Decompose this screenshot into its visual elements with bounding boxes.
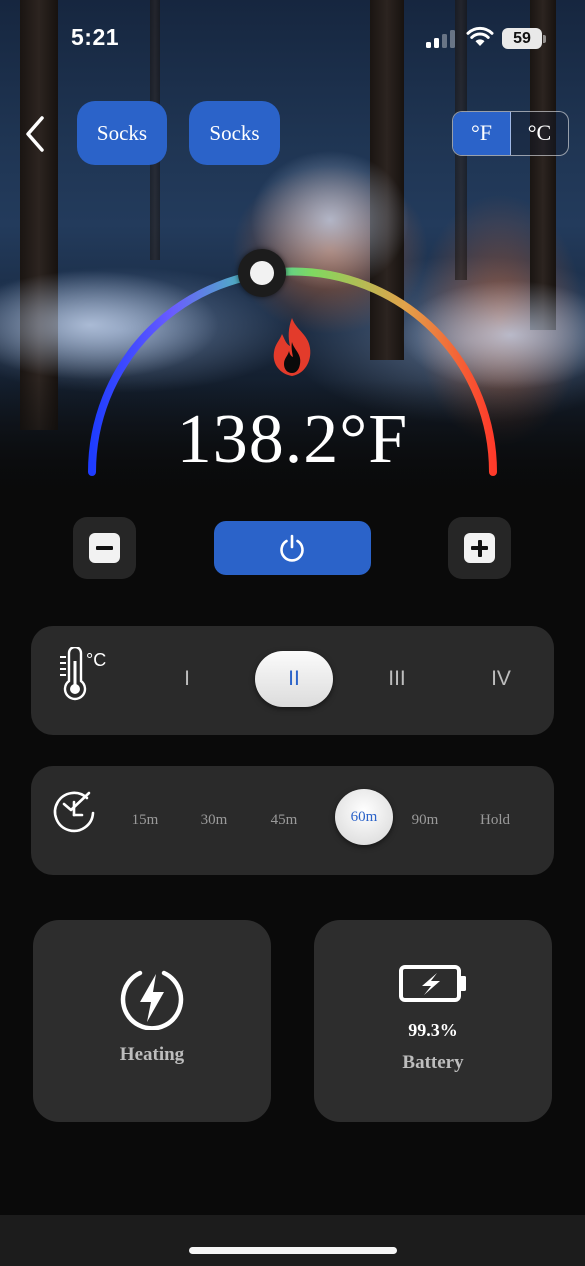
- timer-option-15m[interactable]: 15m: [123, 796, 167, 845]
- timer-option-hold[interactable]: Hold: [471, 796, 519, 845]
- timer-panel: 15m 30m 45m 60m 90m Hold: [31, 766, 554, 875]
- increase-button[interactable]: [448, 517, 511, 579]
- plus-icon: [464, 533, 495, 563]
- heat-level-1[interactable]: I: [157, 651, 217, 707]
- heat-level-2[interactable]: II: [255, 651, 333, 707]
- heating-card[interactable]: Heating: [33, 920, 271, 1122]
- flame-icon: [273, 318, 311, 376]
- battery-card: 99.3% Battery: [314, 920, 552, 1122]
- home-indicator[interactable]: [189, 1247, 397, 1254]
- lightning-bolt-icon: [120, 970, 184, 1030]
- timer-option-45m[interactable]: 45m: [262, 796, 306, 845]
- timer-option-30m[interactable]: 30m: [192, 796, 236, 845]
- timer-option-60m[interactable]: 60m: [335, 789, 393, 845]
- battery-percentage: 99.3%: [408, 1020, 458, 1040]
- minus-icon: [89, 533, 120, 563]
- decrease-button[interactable]: [73, 517, 136, 579]
- gauge-knob[interactable]: [238, 249, 286, 297]
- heating-label: Heating: [119, 1044, 185, 1065]
- temperature-readout: 138.2°F: [176, 401, 409, 478]
- knob-center: [250, 261, 274, 285]
- celsius-unit-label: °C: [86, 650, 107, 670]
- power-button[interactable]: [214, 521, 371, 575]
- heat-level-3[interactable]: III: [367, 651, 427, 707]
- battery-charging-icon: [399, 965, 466, 1002]
- battery-label: Battery: [402, 1052, 464, 1073]
- heat-level-4[interactable]: IV: [471, 651, 531, 707]
- timer-clock-icon: [53, 791, 95, 833]
- power-icon: [280, 534, 304, 562]
- bottom-bar: [0, 1215, 585, 1266]
- timer-option-90m[interactable]: 90m: [403, 796, 447, 845]
- heat-level-panel: °C I II III IV: [31, 626, 554, 735]
